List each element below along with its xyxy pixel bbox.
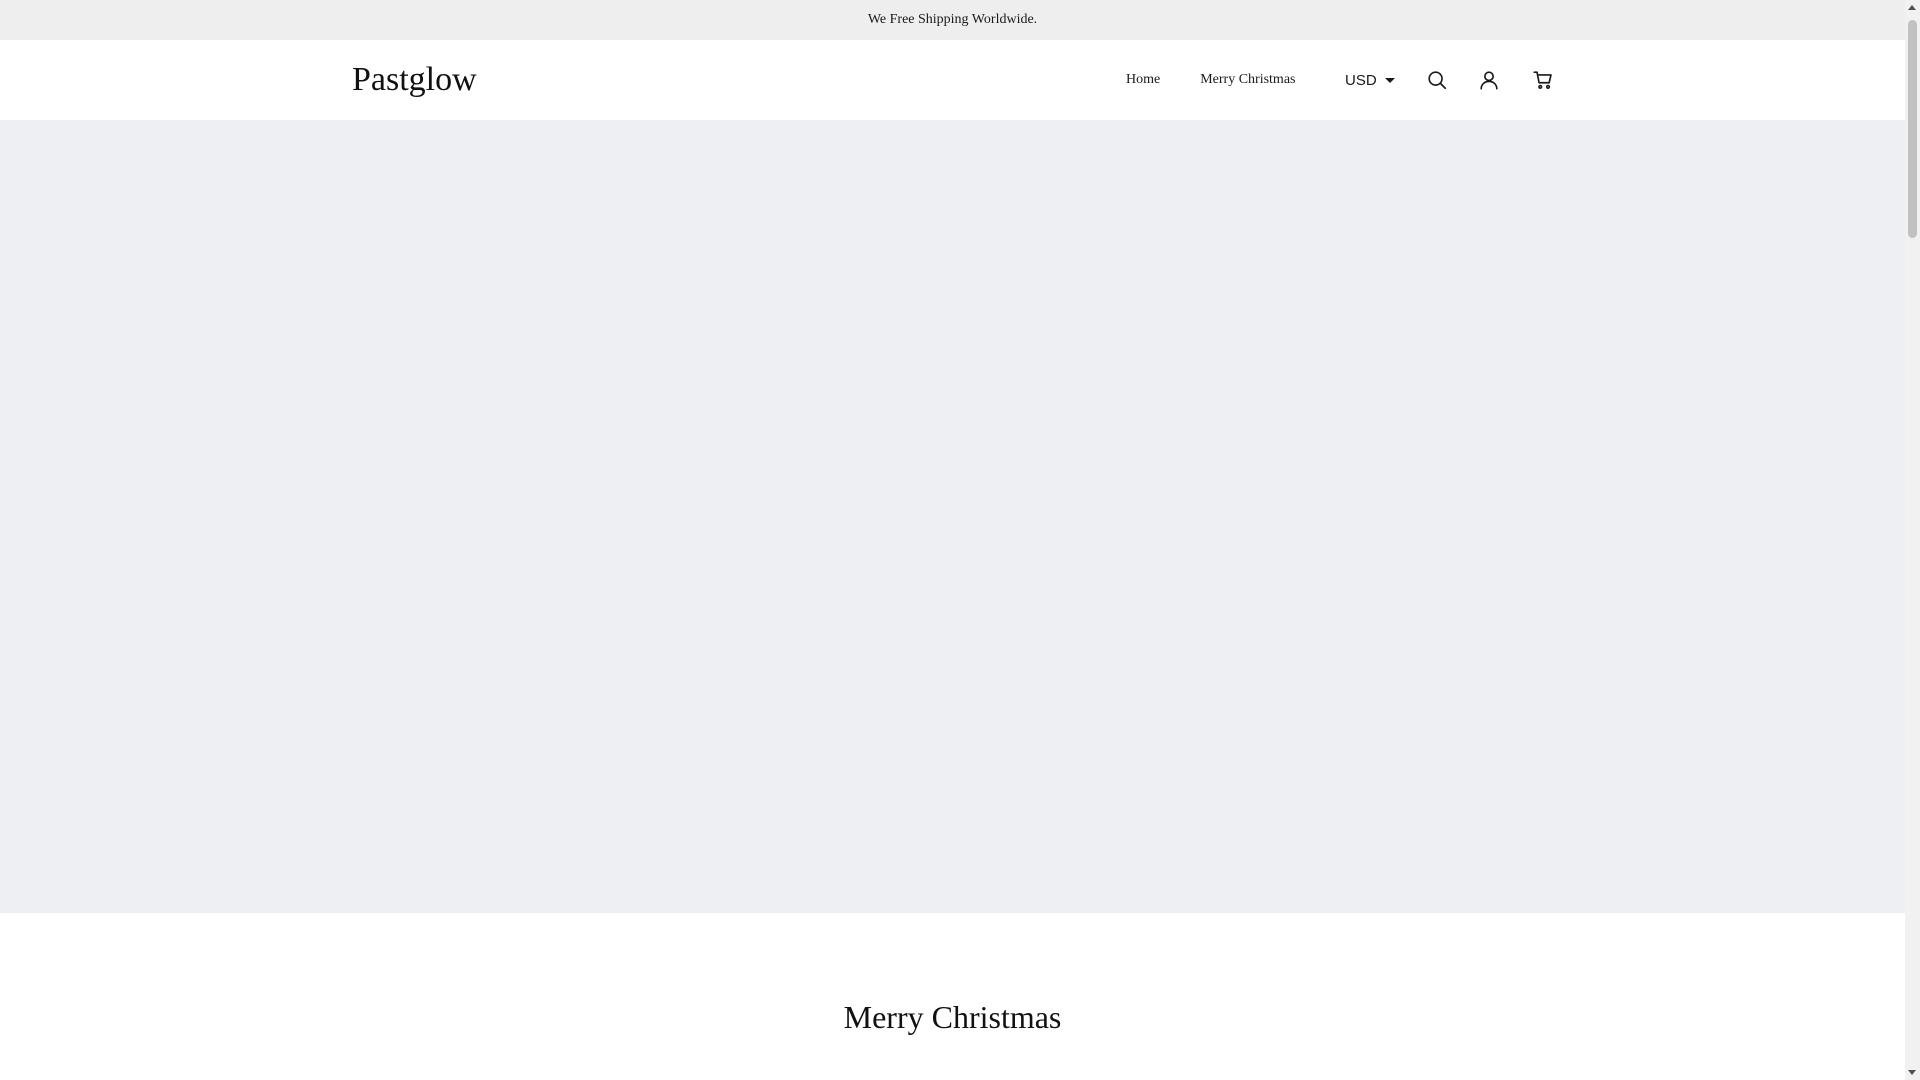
currency-label: USD xyxy=(1345,71,1377,89)
announcement-text: We Free Shipping Worldwide. xyxy=(867,12,1038,27)
site-header: Pastglow Home Merry Christmas USD xyxy=(0,40,1905,120)
scroll-down-arrow-icon[interactable] xyxy=(1908,1070,1916,1075)
hero-banner[interactable] xyxy=(0,120,1905,913)
scrollbar-thumb[interactable] xyxy=(1908,20,1917,238)
site-logo[interactable]: Pastglow xyxy=(352,58,477,102)
main-nav: Home Merry Christmas xyxy=(1110,40,1295,120)
search-icon xyxy=(1428,71,1447,90)
cart-icon xyxy=(1533,71,1552,89)
currency-selector[interactable]: USD xyxy=(1345,40,1395,120)
nav-link-home[interactable]: Home xyxy=(1126,72,1160,88)
nav-link-merry-christmas[interactable]: Merry Christmas xyxy=(1200,72,1295,88)
vertical-scrollbar[interactable] xyxy=(1905,0,1920,1080)
caret-down-icon xyxy=(1384,77,1395,83)
announcement-bar: We Free Shipping Worldwide. xyxy=(0,0,1905,40)
search-button[interactable] xyxy=(1424,67,1450,93)
section-title: Merry Christmas xyxy=(843,999,1062,1035)
account-button[interactable] xyxy=(1476,67,1502,93)
scroll-up-arrow-icon[interactable] xyxy=(1908,5,1916,10)
page: We Free Shipping Worldwide. Pastglow Hom… xyxy=(0,0,1920,1080)
page-content: We Free Shipping Worldwide. Pastglow Hom… xyxy=(0,0,1905,1080)
cart-button[interactable] xyxy=(1530,67,1556,93)
account-icon xyxy=(1480,71,1498,90)
